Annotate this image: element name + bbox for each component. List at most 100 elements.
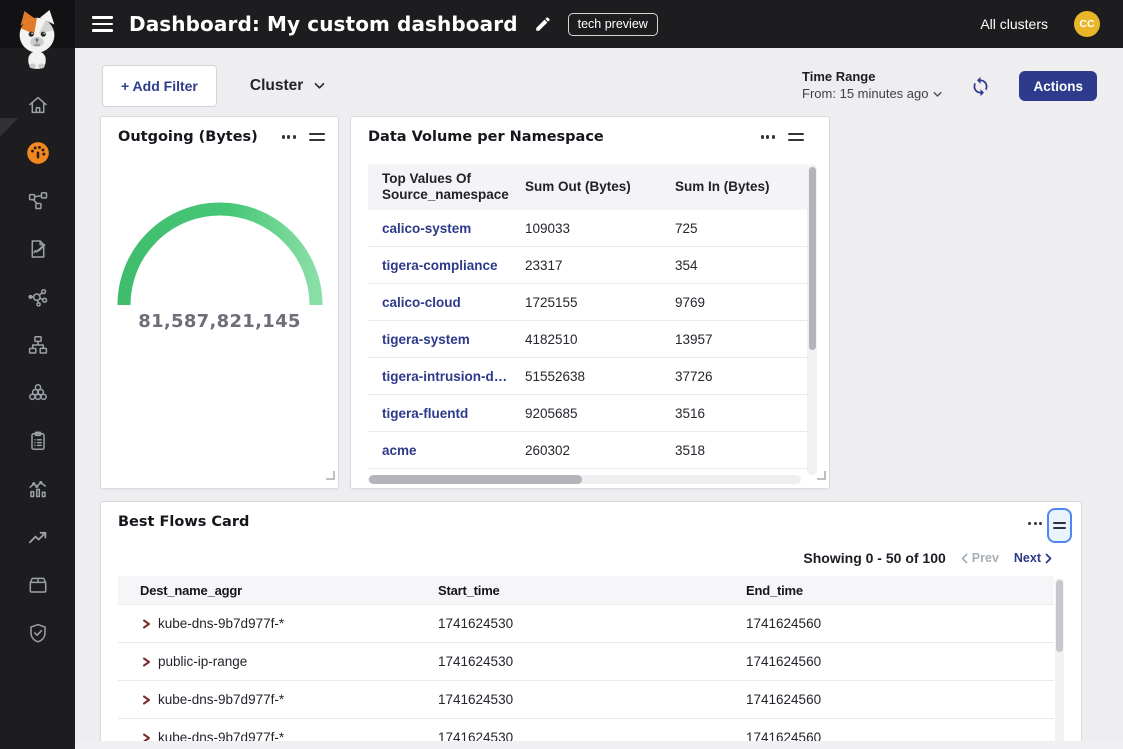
outgoing-bytes-card: Outgoing (Bytes) 81,587,821,145 [100,116,339,489]
table-header-row: Top Values Of Source_namespace Sum Out (… [368,164,808,210]
cluster-dropdown[interactable]: Cluster [250,77,325,95]
table-row-expandable[interactable]: kube-dns-9b7d977f-* 1741624530 174162456… [118,681,1054,719]
shield-check-icon [26,621,50,645]
horizontal-scrollbar[interactable] [368,475,801,484]
card-resize-handle[interactable] [816,467,826,485]
namespace-link[interactable]: tigera-intrusion-d… [382,369,525,384]
namespace-table: Top Values Of Source_namespace Sum Out (… [368,164,808,469]
app-root: Dashboard: My custom dashboard tech prev… [0,0,1123,749]
page-title: Dashboard: My custom dashboard [129,12,518,36]
card-menu-icon[interactable] [761,132,775,141]
card-title: Outgoing (Bytes) [118,129,258,145]
table-header-row: Dest_name_aggr Start_time End_time [118,576,1054,605]
table-row-expandable[interactable]: public-ip-range 1741624530 1741624560 [118,643,1054,681]
report-edit-icon [26,237,50,261]
edit-pencil-icon[interactable] [534,15,552,33]
add-filter-button[interactable]: + Add Filter [102,65,217,107]
card-title: Best Flows Card [118,514,249,530]
card-resize-handle[interactable] [325,467,335,485]
pagination: Showing 0 - 50 of 100 Prev Next [803,550,1052,566]
namespace-link[interactable]: calico-system [382,221,525,236]
table-row-expandable[interactable]: kube-dns-9b7d977f-* 1741624530 174162456… [118,605,1054,643]
chevron-left-icon [961,553,968,564]
expand-chevron-icon[interactable] [140,694,152,706]
page-horizontal-scrollbar[interactable] [75,741,1123,749]
column-header: Sum In (Bytes) [675,179,808,195]
avatar[interactable]: CC [1074,11,1100,37]
topology-icon [26,189,50,213]
next-page-button[interactable]: Next [1014,551,1052,565]
sidebar-item-compliance[interactable] [0,417,75,465]
best-flows-card: Best Flows Card Showing 0 - 50 of 100 Pr… [100,501,1082,749]
sidebar-item-clusters[interactable] [0,369,75,417]
time-range-label: Time Range [802,69,942,86]
sidebar-item-endpoints[interactable] [0,273,75,321]
scrollbar-thumb[interactable] [809,167,816,350]
home-icon [26,93,50,117]
expand-chevron-icon[interactable] [140,618,152,630]
namespace-link[interactable]: calico-cloud [382,295,525,310]
card-menu-icon[interactable] [282,132,296,141]
sidebar-item-home[interactable] [0,81,75,129]
chevron-down-icon [314,82,325,90]
sidebar-item-dashboards-active[interactable] [0,129,75,177]
main-content: + Add Filter Cluster Time Range From: 15… [75,48,1123,749]
namespace-link[interactable]: tigera-fluentd [382,406,525,421]
scrollbar-thumb[interactable] [1056,580,1063,652]
namespace-link[interactable]: acme [382,443,525,458]
sidebar-item-networks[interactable] [0,321,75,369]
sidebar-item-reports[interactable] [0,225,75,273]
sidebar [0,48,75,749]
clipboard-icon [26,429,50,453]
column-header: Sum Out (Bytes) [525,179,675,195]
sidebar-item-threat-feeds[interactable] [0,513,75,561]
chevron-right-icon [1045,553,1052,564]
filter-toolbar: + Add Filter Cluster Time Range From: 15… [102,64,1097,108]
namespace-link[interactable]: tigera-compliance [382,258,525,273]
sidebar-item-security[interactable] [0,609,75,657]
sidebar-item-applications[interactable] [0,561,75,609]
chevron-down-icon [933,91,942,98]
sidebar-item-logs[interactable] [0,465,75,513]
column-header: Dest_name_aggr [140,583,438,598]
all-clusters-selector[interactable]: All clusters [980,16,1048,32]
pagination-status: Showing 0 - 50 of 100 [803,550,945,566]
expand-chevron-icon[interactable] [140,656,152,668]
card-title: Data Volume per Namespace [368,129,604,145]
gauge-icon [25,140,51,166]
calico-cat-logo[interactable] [9,7,65,76]
gauge-chart [116,201,324,313]
vertical-scrollbar[interactable] [807,164,817,475]
time-range: Time Range From: 15 minutes ago [802,69,942,103]
card-drag-handle-icon[interactable] [788,131,804,143]
table-row: tigera-intrusion-d… 51552638 37726 [368,358,808,395]
molecule-icon [26,285,50,309]
gauge-value: 81,587,821,145 [101,311,338,332]
box-icon [26,573,50,597]
data-volume-card: Data Volume per Namespace Top Values Of … [350,116,830,489]
cluster-circles-icon [26,381,50,405]
table-row: tigera-system 4182510 13957 [368,321,808,358]
top-header: Dashboard: My custom dashboard tech prev… [0,0,1123,48]
table-row: tigera-compliance 23317 354 [368,247,808,284]
refresh-icon[interactable] [970,76,991,97]
bar-chart-icon [26,477,50,501]
table-row: calico-cloud 1725155 9769 [368,284,808,321]
prev-page-button[interactable]: Prev [961,551,999,565]
vertical-scrollbar[interactable] [1055,578,1064,749]
flows-table: Dest_name_aggr Start_time End_time kube-… [118,576,1054,749]
cluster-dropdown-label: Cluster [250,77,303,95]
actions-button[interactable]: Actions [1019,71,1097,101]
column-header: End_time [746,583,1054,598]
sidebar-item-service-graph[interactable] [0,177,75,225]
scrollbar-thumb[interactable] [369,475,582,484]
card-drag-handle-focused[interactable] [1047,508,1072,543]
table-row: acme 260302 3518 [368,432,808,469]
tech-preview-badge: tech preview [568,13,658,36]
card-menu-icon[interactable] [1028,519,1042,528]
card-drag-handle-icon[interactable] [309,131,325,143]
namespace-link[interactable]: tigera-system [382,332,525,347]
hamburger-menu-icon[interactable] [92,16,113,31]
table-row: calico-system 109033 725 [368,210,808,247]
time-range-value-dropdown[interactable]: From: 15 minutes ago [802,86,942,103]
